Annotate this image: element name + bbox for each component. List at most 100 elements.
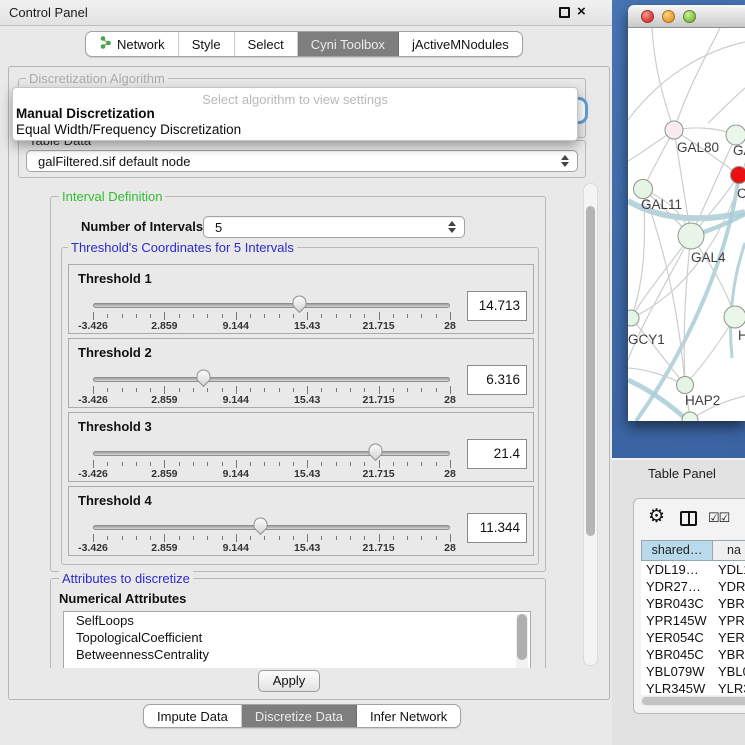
network-edge[interactable] — [708, 88, 745, 123]
tab-cyni-toolbox[interactable]: Cyni Toolbox — [298, 32, 399, 56]
table-cell[interactable]: YBR0 — [713, 646, 745, 663]
attribute-item-topologicalcoefficient[interactable]: TopologicalCoefficient — [64, 629, 530, 646]
table-cell[interactable]: YLR3 — [713, 680, 745, 695]
tab-style[interactable]: Style — [179, 32, 235, 56]
tick-label: -3.426 — [78, 394, 108, 406]
table-cell[interactable]: YPR1 — [713, 612, 745, 629]
scrollbar-thumb[interactable] — [586, 206, 595, 536]
network-node-hap2[interactable] — [677, 377, 694, 394]
column-header-shared-name[interactable]: shared… — [641, 540, 713, 561]
scrollbar-thumb[interactable] — [642, 697, 745, 705]
scrollbar-thumb[interactable] — [517, 614, 527, 660]
network-node-bottom-node[interactable] — [682, 412, 698, 421]
table-cell[interactable]: YBR045C — [641, 646, 713, 663]
control-panel-title: Control Panel — [9, 5, 88, 20]
number-of-intervals-combobox[interactable]: 5 — [203, 216, 465, 238]
table-cell[interactable]: YBR043C — [641, 595, 713, 612]
dropdown-placeholder-item[interactable]: Select algorithm to view settings — [13, 88, 577, 106]
network-edge[interactable] — [674, 28, 720, 130]
table-row[interactable]: YBR043CYBR0 — [641, 595, 745, 612]
tab-network[interactable]: Network — [86, 32, 179, 56]
tab-infer-network[interactable]: Infer Network — [357, 705, 460, 727]
tab-label: Style — [192, 37, 221, 52]
tab-discretize-data[interactable]: Discretize Data — [242, 705, 357, 727]
threshold-slider-thumb[interactable] — [252, 516, 269, 536]
table-horizontal-scrollbar[interactable] — [641, 696, 745, 706]
column-header-name[interactable]: na — [713, 540, 745, 561]
table-cell[interactable]: YDR27… — [641, 578, 713, 595]
tick-label: 15.43 — [294, 468, 320, 480]
tick-label: -3.426 — [78, 320, 108, 332]
gear-icon[interactable]: ⚙ — [648, 507, 665, 527]
table-cell[interactable]: YPR145W — [641, 612, 713, 629]
table-cell[interactable]: YBL079W — [641, 663, 713, 680]
attributes-list-scrollbar[interactable] — [516, 614, 528, 668]
table-cell[interactable]: YER0 — [713, 629, 745, 646]
network-edge[interactable] — [652, 28, 674, 130]
close-icon[interactable]: × — [577, 3, 586, 20]
tick-label: 9.144 — [223, 394, 249, 406]
columns-icon[interactable] — [680, 511, 697, 526]
network-node-red-node[interactable] — [731, 167, 745, 184]
apply-button[interactable]: Apply — [258, 670, 320, 692]
network-window-titlebar[interactable] — [628, 5, 745, 28]
attribute-item-selfloops[interactable]: SelfLoops — [64, 612, 530, 629]
tab-select[interactable]: Select — [235, 32, 298, 56]
table-row[interactable]: YER054CYER0 — [641, 629, 745, 646]
threshold-panel: Threshold 2 -3.4262.8599.14415.4321.7152… — [68, 338, 534, 408]
zoom-traffic-light[interactable] — [683, 10, 696, 23]
table-row[interactable]: YLR345WYLR3 — [641, 680, 745, 695]
network-edge[interactable] — [628, 42, 745, 120]
threshold-value-field[interactable]: 6.316 — [467, 365, 527, 395]
tick-label: 28 — [444, 542, 456, 554]
settings-scroll-area: Interval Definition Number of Intervals … — [16, 182, 582, 668]
numerical-attributes-list[interactable]: SelfLoopsTopologicalCoefficientBetweenne… — [63, 611, 531, 668]
threshold-value-field[interactable]: 11.344 — [467, 513, 527, 543]
network-node-gal4[interactable] — [678, 223, 704, 249]
tab-impute-data[interactable]: Impute Data — [144, 705, 242, 727]
network-node-top-right-node[interactable] — [726, 125, 745, 145]
network-node-gcy1[interactable] — [628, 310, 639, 326]
table-cell[interactable]: YDR2 — [713, 578, 745, 595]
network-node-gal11[interactable] — [634, 180, 653, 199]
threshold-slider-track[interactable] — [93, 303, 450, 308]
attribute-item-betweennesscentrality[interactable]: BetweennessCentrality — [64, 646, 530, 663]
float-window-icon[interactable] — [559, 7, 570, 18]
table-cell[interactable]: YDL19… — [641, 561, 713, 578]
minimize-traffic-light[interactable] — [662, 10, 675, 23]
table-cell[interactable]: YER054C — [641, 629, 713, 646]
network-canvas[interactable]: GAL80GACGAL11GAL4GCY1HHAP2 — [628, 28, 745, 421]
close-traffic-light[interactable] — [641, 10, 654, 23]
table-cell[interactable]: YBL0 — [713, 663, 745, 680]
threshold-slider-track[interactable] — [93, 525, 450, 530]
threshold-slider-track[interactable] — [93, 377, 450, 382]
table-row[interactable]: YPR145WYPR1 — [641, 612, 745, 629]
table-cell[interactable]: YDL1 — [713, 561, 745, 578]
threshold-value-field[interactable]: 21.4 — [467, 439, 527, 469]
node-label-h-node: H — [738, 328, 745, 343]
table-row[interactable]: YBL079WYBL0 — [641, 663, 745, 680]
table-row[interactable]: YDL19…YDL1 — [641, 561, 745, 578]
checkboxes-icon[interactable]: ☑☑ — [708, 510, 729, 526]
threshold-panel: Threshold 3 -3.4262.8599.14415.4321.7152… — [68, 412, 534, 482]
threshold-value-field[interactable]: 14.713 — [467, 291, 527, 321]
settings-vertical-scrollbar[interactable] — [583, 183, 598, 666]
threshold-slider-track[interactable] — [93, 451, 450, 456]
threshold-slider-thumb[interactable] — [367, 442, 384, 462]
threshold-slider-thumb[interactable] — [291, 294, 308, 314]
network-node-gal80[interactable] — [665, 121, 683, 139]
threshold-slider-thumb[interactable] — [195, 368, 212, 388]
table-row[interactable]: YBR045CYBR0 — [641, 646, 745, 663]
tab-jactivemnodules[interactable]: jActiveMNodules — [399, 32, 522, 56]
slider-tick-labels: -3.4262.8599.14415.4321.71528 — [93, 394, 450, 406]
network-node-h-node[interactable] — [724, 306, 745, 328]
network-edge[interactable] — [684, 236, 691, 385]
table-data-combobox[interactable]: galFiltered.sif default node — [26, 150, 578, 172]
table-cell[interactable]: YLR345W — [641, 680, 713, 695]
table-row[interactable]: YDR27…YDR2 — [641, 578, 745, 595]
tick-label: 28 — [444, 394, 456, 406]
dropdown-item-equal-width-frequency-discretization[interactable]: Equal Width/Frequency Discretization — [13, 122, 577, 138]
table-cell[interactable]: YBR0 — [713, 595, 745, 612]
combobox-stepper-icon — [445, 221, 459, 233]
dropdown-item-manual-discretization[interactable]: Manual Discretization — [13, 106, 577, 122]
